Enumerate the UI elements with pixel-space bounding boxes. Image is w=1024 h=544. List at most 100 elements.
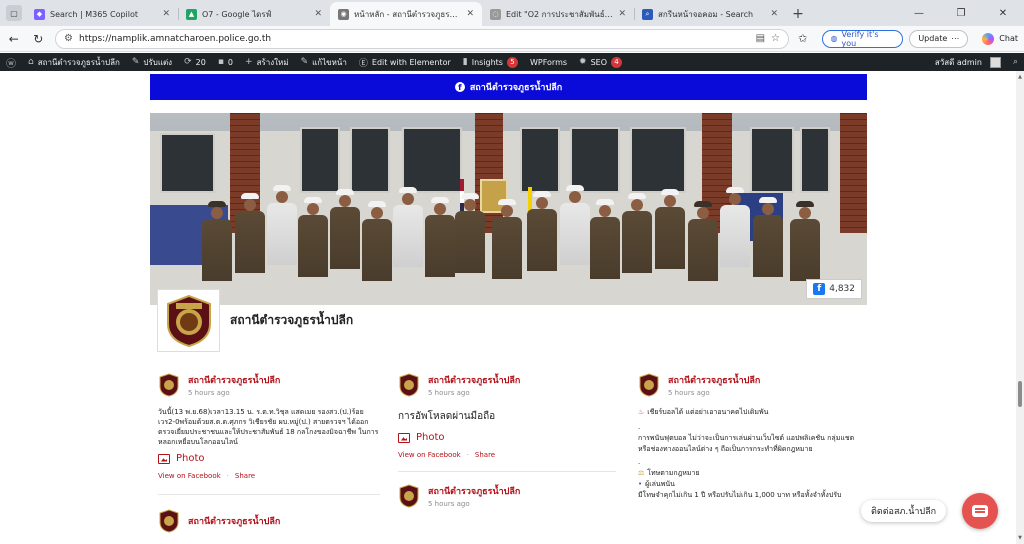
tab-home-police[interactable]: ◉ หน้าหลัก - สถานีตำรวจภูธรน้ำปลีก ✕ (330, 2, 482, 26)
greeting: สวัสดี admin (934, 57, 982, 67)
admin-search-button[interactable]: ⌕ (1007, 53, 1024, 71)
brush-icon: ✎ (131, 57, 140, 67)
close-tab-icon[interactable]: ✕ (314, 9, 322, 19)
wp-logo-menu[interactable]: ⓦ (0, 53, 22, 71)
facebook-icon: f (813, 283, 826, 295)
window-controls: — ❐ ✕ (898, 0, 1024, 26)
close-tab-icon[interactable]: ✕ (618, 9, 626, 19)
post-time: 5 hours ago (188, 389, 230, 397)
post-header: สถานีตำรวจภูธรน้ำปลีก (158, 507, 380, 535)
tab-edit-o2[interactable]: ◌ Edit "O2 การประชาสัมพันธ์ข้อมูลข่าวสาร… (482, 2, 634, 26)
restore-button[interactable]: ❐ (940, 0, 982, 26)
new-label: สร้างใหม่ (256, 57, 289, 67)
site-name-menu[interactable]: ⌂ สถานีตำรวจภูธรน้ำปลีก (22, 53, 126, 71)
new-content-menu[interactable]: + สร้างใหม่ (239, 53, 295, 71)
post-author[interactable]: สถานีตำรวจภูธรน้ำปลีก (188, 373, 280, 387)
view-on-facebook-link[interactable]: View on Facebook (398, 451, 461, 459)
scroll-down-icon[interactable]: ▼ (1016, 534, 1024, 542)
post-time: 5 hours ago (668, 389, 710, 397)
fire-icon: ♨ (638, 408, 645, 416)
share-link[interactable]: Share (235, 472, 255, 480)
cover-photo[interactable]: f 4,832 (150, 113, 867, 305)
elementor-link[interactable]: Ⓔ Edit with Elementor (353, 53, 457, 71)
pencil-icon: ✎ (300, 57, 309, 67)
page-profile-picture[interactable] (157, 289, 220, 352)
post-author[interactable]: สถานีตำรวจภูธรน้ำปลีก (428, 484, 520, 498)
photo-link[interactable]: Photo (158, 453, 380, 464)
update-button[interactable]: Update ⋯ (909, 29, 969, 48)
post-text: การอัพโหลดผ่านมือถือ (398, 411, 496, 422)
tab-google-drive[interactable]: ▲ O7 - Google ไดรฟ์ ✕ (178, 2, 330, 26)
copilot-chat-button[interactable]: Chat (976, 30, 1024, 48)
tab-actions-button[interactable]: ▢ (6, 5, 22, 21)
close-tab-icon[interactable]: ✕ (466, 9, 474, 19)
post-author[interactable]: สถานีตำรวจภูธรน้ำปลีก (668, 373, 760, 387)
address-bar[interactable]: ⚙ https://namplik.amnatcharoen.police.go… (55, 28, 790, 49)
post-author[interactable]: สถานีตำรวจภูธรน้ำปลีก (428, 373, 520, 387)
comment-icon: ▪ (217, 57, 224, 67)
elementor-label: Edit with Elementor (371, 57, 451, 67)
post-author[interactable]: สถานีตำรวจภูธรน้ำปลีก (188, 514, 280, 528)
edit-page-label: แก้ไขหน้า (312, 57, 347, 67)
chat-widget-button[interactable] (962, 493, 998, 529)
post-actions: View on Facebook · Share (158, 472, 256, 480)
tab-label: Search | M365 Copilot (50, 9, 139, 19)
scroll-thumb[interactable] (1018, 381, 1022, 407)
minimize-button[interactable]: — (898, 0, 940, 26)
more-dots-icon: ⋯ (951, 34, 960, 43)
comments-link[interactable]: ▪ 0 (212, 53, 239, 71)
page-name[interactable]: สถานีตำรวจภูธรน้ำปลีก (230, 311, 353, 330)
favorites-icon[interactable]: ✩ (792, 28, 814, 50)
scales-icon: ⚖ (638, 469, 645, 477)
site-info-icon[interactable]: ⚙ (64, 33, 73, 44)
post-line-text: โทษตามกฎหมาย (647, 469, 700, 477)
tab-search[interactable]: ⌕ สกรีนหน้าจอคอม - Search ✕ (634, 2, 786, 26)
scroll-up-icon[interactable]: ▲ (1016, 73, 1024, 81)
updates-link[interactable]: ⟳ 20 (178, 53, 212, 71)
reload-button[interactable]: ↻ (28, 28, 50, 50)
tab-m365-copilot[interactable]: ◆ Search | M365 Copilot ✕ (26, 2, 178, 26)
view-on-facebook-link[interactable]: View on Facebook (158, 472, 221, 480)
police-badge-avatar-icon (159, 509, 179, 533)
post-line: ⚖ โทษตามกฎหมาย (638, 468, 860, 479)
profile-icon: ◍ (830, 34, 838, 43)
new-tab-button[interactable]: + (786, 2, 810, 26)
close-tab-icon[interactable]: ✕ (162, 9, 170, 19)
post-header: สถานีตำรวจภูธรน้ำปลีก 5 hours ago (638, 371, 860, 399)
seo-gear-icon: ✹ (579, 57, 587, 67)
reader-mode-icon[interactable]: ▤ (756, 33, 765, 44)
wordpress-icon: ⓦ (6, 58, 16, 70)
facebook-page-button[interactable]: f สถานีตำรวจภูธรน้ำปลีก (150, 74, 867, 100)
police-badge-avatar-icon (399, 373, 419, 397)
photo-link[interactable]: Photo (398, 432, 620, 443)
page-scrollbar[interactable]: ▲ ▼ (1016, 71, 1024, 544)
wpforms-menu[interactable]: WPForms (524, 53, 573, 71)
copilot-favicon-icon: ◆ (34, 8, 45, 20)
facebook-like-count[interactable]: f 4,832 (806, 279, 862, 299)
post-line: ♨ เชียร์บอลได้ แต่อย่าเอาอนาคตไปเดิมพัน (638, 407, 860, 418)
police-badge-avatar-icon (399, 484, 419, 508)
update-label: Update (918, 34, 948, 43)
page-favicon-icon: ◉ (338, 8, 349, 20)
wp-admin-bar: ⓦ ⌂ สถานีตำรวจภูธรน้ำปลีก ✎ ปรับแต่ง ⟳ 2… (0, 53, 1024, 71)
bar-chart-icon: ▮ (462, 57, 468, 67)
url-text[interactable]: https://namplik.amnatcharoen.police.go.t… (79, 34, 750, 44)
close-window-button[interactable]: ✕ (982, 0, 1024, 26)
customize-link[interactable]: ✎ ปรับแต่ง (126, 53, 178, 71)
edit-page-link[interactable]: ✎ แก้ไขหน้า (295, 53, 353, 71)
my-account-menu[interactable]: สวัสดี admin (929, 53, 1007, 71)
close-tab-icon[interactable]: ✕ (770, 9, 778, 19)
insights-menu[interactable]: ▮ Insights 5 (457, 53, 524, 71)
updates-icon: ⟳ (184, 57, 192, 67)
chat-label: Chat (999, 34, 1018, 43)
avatar (989, 56, 1001, 68)
verify-profile-button[interactable]: ◍ Verify it's you (821, 29, 904, 48)
chat-widget-label[interactable]: ติดต่อสภ.น้ำปลีก (861, 500, 947, 522)
wpforms-label: WPForms (529, 57, 568, 67)
share-link[interactable]: Share (475, 451, 495, 459)
favorite-star-icon[interactable]: ☆ (771, 33, 780, 44)
search-favicon-icon: ⌕ (642, 8, 653, 20)
verify-label: Verify it's you (841, 29, 879, 48)
seo-menu[interactable]: ✹ SEO 4 (573, 53, 628, 71)
back-button[interactable]: ← (3, 28, 25, 50)
